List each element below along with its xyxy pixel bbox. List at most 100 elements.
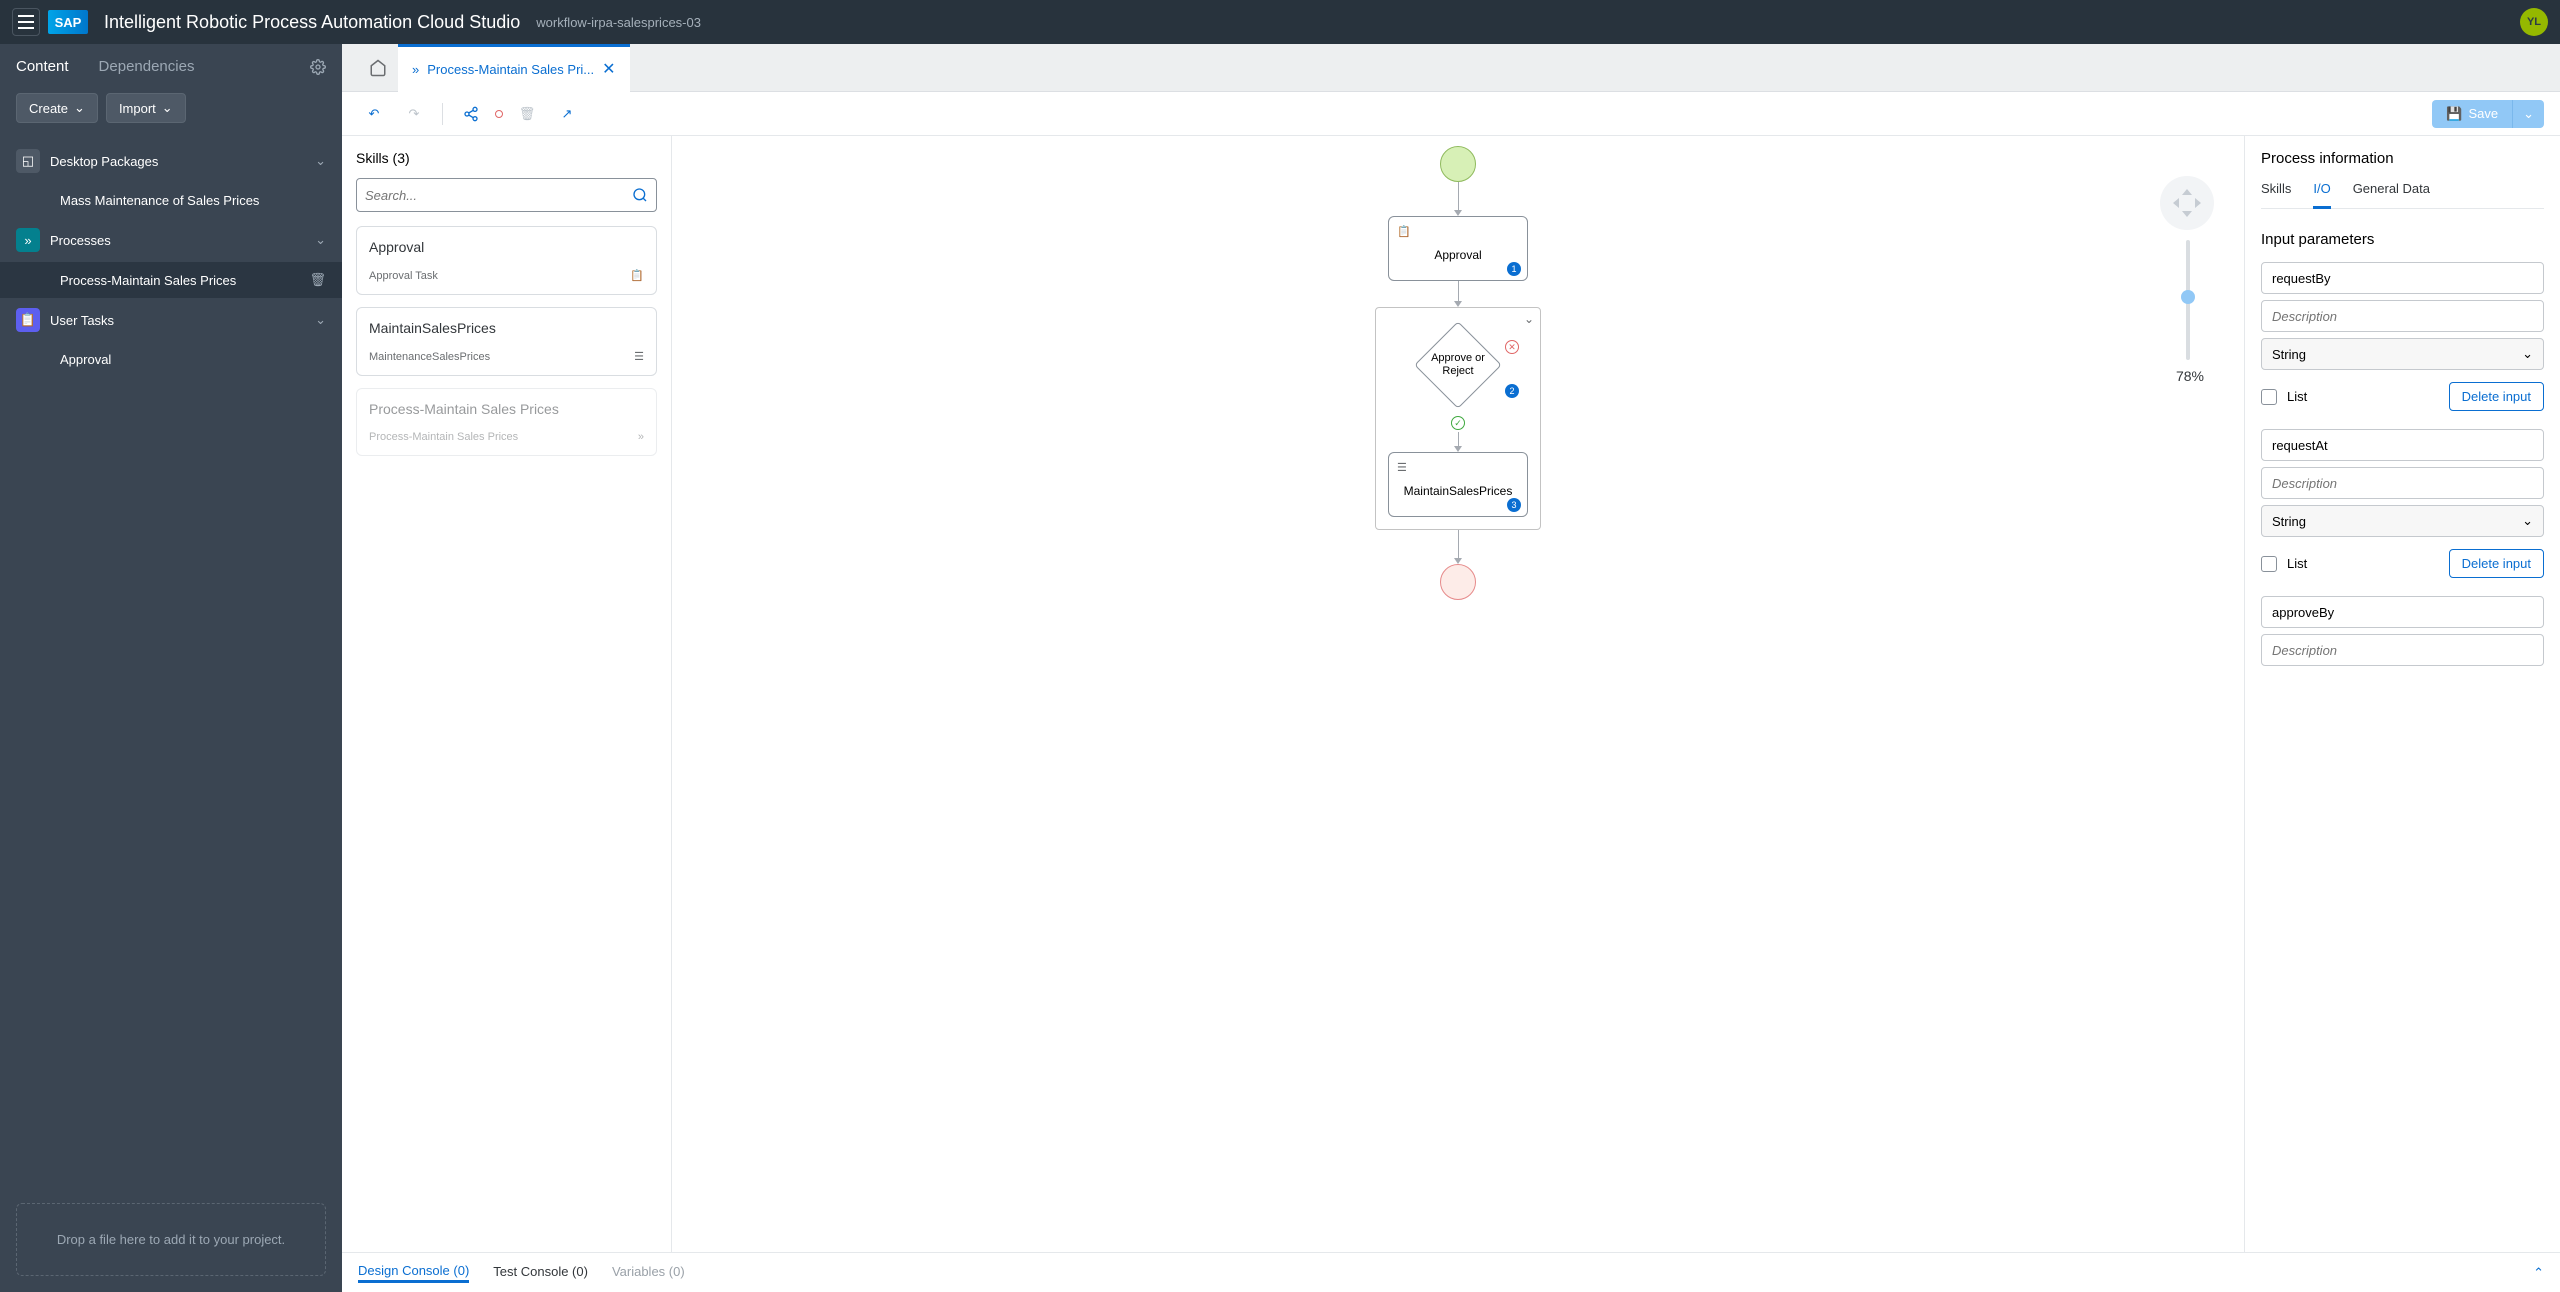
param-name-input[interactable] <box>2261 262 2544 294</box>
tree-user-tasks[interactable]: 📋 User Tasks ⌄ <box>0 298 342 342</box>
trash-icon[interactable]: 🗑 <box>309 272 326 288</box>
package-icon: ◱ <box>16 149 40 173</box>
props-title: Process information <box>2261 150 2544 167</box>
approve-icon: ✓ <box>1451 416 1465 430</box>
save-dropdown[interactable]: ⌄ <box>2512 100 2544 128</box>
param-type-select[interactable]: String⌄ <box>2261 338 2544 370</box>
sidebar-tab-dependencies[interactable]: Dependencies <box>99 58 195 75</box>
decision-node[interactable]: Approve or Reject ✕ 2 <box>1415 322 1501 408</box>
redo-button[interactable]: ↷ <box>398 100 430 128</box>
process-canvas[interactable]: 78% 📋 Approval 1 ⌄ Approve or Reject <box>672 136 2244 1252</box>
zoom-level: 78% <box>2176 368 2204 384</box>
bottom-tab-design[interactable]: Design Console (0) <box>358 1263 469 1283</box>
bottom-tab-vars[interactable]: Variables (0) <box>612 1264 685 1281</box>
bottom-tab-test[interactable]: Test Console (0) <box>493 1264 588 1281</box>
end-node[interactable] <box>1440 564 1476 600</box>
skill-card-process[interactable]: Process-Maintain Sales Prices Process-Ma… <box>356 388 657 456</box>
tree-desktop-packages[interactable]: ◱ Desktop Packages ⌄ <box>0 139 342 183</box>
param-desc-input[interactable] <box>2261 467 2544 499</box>
properties-panel: Process information Skills I/O General D… <box>2244 136 2560 1252</box>
tree-item-process-maintain[interactable]: Process-Maintain Sales Prices 🗑 <box>0 262 342 298</box>
chevron-down-icon[interactable]: ⌄ <box>1524 312 1534 326</box>
skills-panel: Skills (3) Approval Approval Task📋 Maint… <box>342 136 672 1252</box>
clipboard-icon: 📋 <box>1397 225 1519 238</box>
app-header: SAP Intelligent Robotic Process Automati… <box>0 0 2560 44</box>
save-icon: 💾 <box>2446 106 2462 122</box>
zoom-slider[interactable] <box>2186 240 2190 360</box>
sidebar: Content Dependencies Create⌄ Import⌄ ◱ D… <box>0 44 342 1292</box>
close-icon[interactable]: ✕ <box>602 59 615 79</box>
delete-input-button[interactable]: Delete input <box>2449 382 2544 411</box>
status-dot-icon <box>495 110 503 118</box>
task-node-maintain[interactable]: ☰ MaintainSalesPrices 3 <box>1388 452 1528 517</box>
save-button[interactable]: 💾 Save <box>2432 100 2512 128</box>
menu-button[interactable] <box>12 8 40 36</box>
gear-icon[interactable] <box>310 59 326 75</box>
process-icon: » <box>16 228 40 252</box>
delete-input-button[interactable]: Delete input <box>2449 549 2544 578</box>
param-name-input[interactable] <box>2261 429 2544 461</box>
bottom-bar: Design Console (0) Test Console (0) Vari… <box>342 1252 2560 1292</box>
props-tab-io[interactable]: I/O <box>2313 181 2330 209</box>
badge-2: 2 <box>1505 384 1519 398</box>
delete-button[interactable]: 🗑 <box>511 100 543 128</box>
props-tab-general[interactable]: General Data <box>2353 181 2430 208</box>
search-icon <box>632 187 648 203</box>
input-params-heading: Input parameters <box>2261 231 2544 248</box>
chevron-down-icon: ⌄ <box>162 100 173 116</box>
import-button[interactable]: Import⌄ <box>106 93 186 123</box>
selection-box[interactable]: ⌄ Approve or Reject ✕ 2 ✓ ☰ MaintainSale… <box>1375 307 1541 530</box>
start-node[interactable] <box>1440 146 1476 182</box>
automation-icon: ☰ <box>1397 461 1519 474</box>
tree-processes[interactable]: » Processes ⌄ <box>0 218 342 262</box>
chevron-down-icon: ⌄ <box>315 312 326 328</box>
badge-3: 3 <box>1507 498 1521 512</box>
chevron-down-icon: ⌄ <box>315 153 326 169</box>
export-button[interactable]: ↗ <box>551 100 583 128</box>
main-area: » Process-Maintain Sales Pri... ✕ ↶ ↷ 🗑 … <box>342 44 2560 1292</box>
dropzone[interactable]: Drop a file here to add it to your proje… <box>16 1203 326 1277</box>
search-input[interactable] <box>356 178 657 212</box>
clipboard-icon: 📋 <box>16 308 40 332</box>
undo-button[interactable]: ↶ <box>358 100 390 128</box>
app-title: Intelligent Robotic Process Automation C… <box>104 12 520 33</box>
process-icon: » <box>638 431 644 443</box>
search-field[interactable] <box>365 188 632 203</box>
create-button[interactable]: Create⌄ <box>16 93 98 123</box>
reject-icon: ✕ <box>1505 340 1519 354</box>
home-tab[interactable] <box>358 48 398 88</box>
process-icon: » <box>412 62 419 77</box>
clipboard-icon: 📋 <box>630 269 644 282</box>
workflow-name: workflow-irpa-salesprices-03 <box>536 15 701 30</box>
expand-icon[interactable]: ⌃ <box>2533 1265 2544 1281</box>
chevron-down-icon: ⌄ <box>2522 346 2533 362</box>
tree-item-approval[interactable]: Approval <box>0 342 342 377</box>
separator <box>442 103 443 125</box>
task-node-approval[interactable]: 📋 Approval 1 <box>1388 216 1528 281</box>
chevron-down-icon: ⌄ <box>2522 513 2533 529</box>
avatar[interactable]: YL <box>2520 8 2548 36</box>
sidebar-tab-content[interactable]: Content <box>16 58 69 75</box>
share-button[interactable] <box>455 100 487 128</box>
tree-item-mass-maintenance[interactable]: Mass Maintenance of Sales Prices <box>0 183 342 218</box>
automation-icon: ☰ <box>634 350 644 363</box>
zoom-thumb[interactable] <box>2181 290 2195 304</box>
chevron-down-icon: ⌄ <box>315 232 326 248</box>
editor-tab-process[interactable]: » Process-Maintain Sales Pri... ✕ <box>398 44 630 92</box>
skills-title: Skills (3) <box>356 150 657 166</box>
skill-card-approval[interactable]: Approval Approval Task📋 <box>356 226 657 295</box>
badge-1: 1 <box>1507 262 1521 276</box>
param-desc-input[interactable] <box>2261 300 2544 332</box>
param-name-input[interactable] <box>2261 596 2544 628</box>
chevron-down-icon: ⌄ <box>74 100 85 116</box>
list-checkbox[interactable] <box>2261 389 2277 405</box>
nav-pad[interactable] <box>2160 176 2214 230</box>
sap-logo: SAP <box>48 10 88 34</box>
skill-card-maintain[interactable]: MaintainSalesPrices MaintenanceSalesPric… <box>356 307 657 376</box>
toolbar: ↶ ↷ 🗑 ↗ 💾 Save ⌄ <box>342 92 2560 136</box>
param-type-select[interactable]: String⌄ <box>2261 505 2544 537</box>
editor-tabbar: » Process-Maintain Sales Pri... ✕ <box>342 44 2560 92</box>
param-desc-input[interactable] <box>2261 634 2544 666</box>
list-checkbox[interactable] <box>2261 556 2277 572</box>
props-tab-skills[interactable]: Skills <box>2261 181 2291 208</box>
